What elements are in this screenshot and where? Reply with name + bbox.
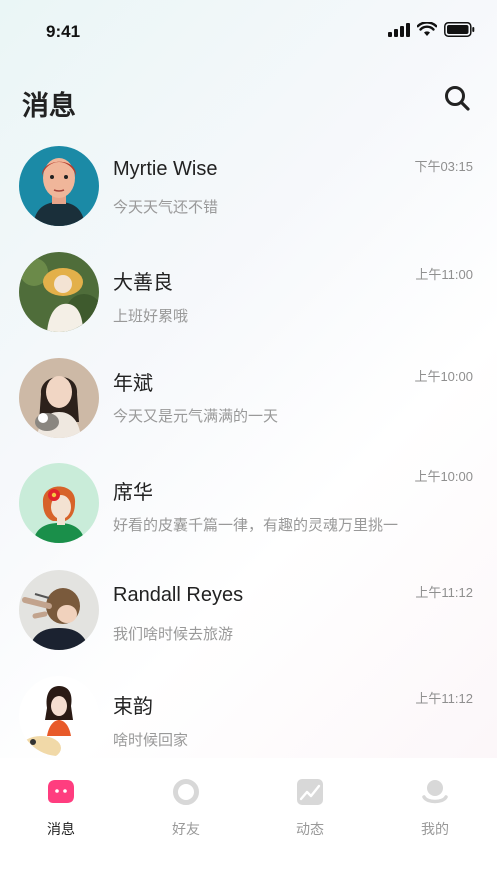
avatar: [19, 146, 99, 226]
message-time: 下午03:15: [414, 159, 473, 174]
message-time: 上午11:12: [415, 585, 473, 600]
tab-friends[interactable]: 好友: [146, 778, 226, 838]
friends-icon: [173, 779, 199, 805]
signal-icon: [388, 22, 410, 37]
message-preview: 上班好累哦: [113, 307, 189, 325]
contact-name: Myrtie Wise: [113, 158, 218, 180]
tab-profile[interactable]: 我的: [395, 778, 475, 838]
list-item[interactable]: 年斌 今天又是元气满满的一天 上午10:00: [0, 350, 497, 455]
list-item[interactable]: Myrtie Wise 今天天气还不错 下午03:15: [0, 138, 497, 243]
contact-name: 束韵: [113, 696, 153, 718]
status-bar: 9:41: [0, 0, 497, 60]
message-icon: [48, 780, 74, 803]
list-item[interactable]: 席华 好看的皮囊千篇一律，有趣的灵魂万里挑一 上午10:00: [0, 456, 497, 561]
status-time: 9:41: [46, 22, 81, 41]
search-icon: [445, 86, 470, 111]
message-preview: 我们啥时候去旅游: [113, 625, 234, 643]
page-title: 消息: [22, 91, 76, 122]
tab-label: 消息: [47, 822, 75, 838]
tab-label: 我的: [421, 822, 449, 838]
message-time: 上午11:00: [415, 267, 473, 282]
search-button[interactable]: [443, 84, 471, 112]
message-list: Myrtie Wise 今天天气还不错 下午03:15 大善良 上班好累哦 上午…: [0, 138, 497, 758]
moments-icon: [297, 779, 323, 805]
message-time: 上午10:00: [414, 469, 473, 484]
message-preview: 今天又是元气满满的一天: [113, 407, 279, 425]
avatar: [19, 358, 99, 438]
message-time: 上午10:00: [414, 369, 473, 384]
avatar: [19, 570, 99, 650]
avatar: [19, 676, 99, 756]
contact-name: 席华: [113, 482, 153, 504]
profile-icon: [422, 780, 448, 804]
tab-messages[interactable]: 消息: [21, 778, 101, 838]
tab-moments[interactable]: 动态: [270, 778, 350, 838]
wifi-icon: [417, 22, 437, 36]
list-item[interactable]: 束韵 啥时候回家 上午11:12: [0, 668, 497, 758]
status-icons: [388, 22, 475, 37]
message-time: 上午11:12: [415, 691, 473, 706]
message-preview: 啥时候回家: [113, 731, 189, 749]
message-preview: 好看的皮囊千篇一律，有趣的灵魂万里挑一: [113, 516, 399, 534]
battery-icon: [444, 22, 475, 37]
tab-label: 好友: [172, 822, 200, 838]
contact-name: 年斌: [113, 373, 153, 395]
contact-name: 大善良: [113, 272, 173, 294]
list-item[interactable]: Randall Reyes 我们啥时候去旅游 上午11:12: [0, 562, 497, 667]
avatar: [19, 252, 99, 332]
contact-name: Randall Reyes: [113, 584, 244, 606]
tab-label: 动态: [296, 822, 324, 838]
list-item[interactable]: 大善良 上班好累哦 上午11:00: [0, 244, 497, 349]
tab-bar: 消息 好友 动态 我的: [0, 758, 497, 883]
avatar: [19, 463, 99, 543]
message-preview: 今天天气还不错: [113, 198, 219, 216]
